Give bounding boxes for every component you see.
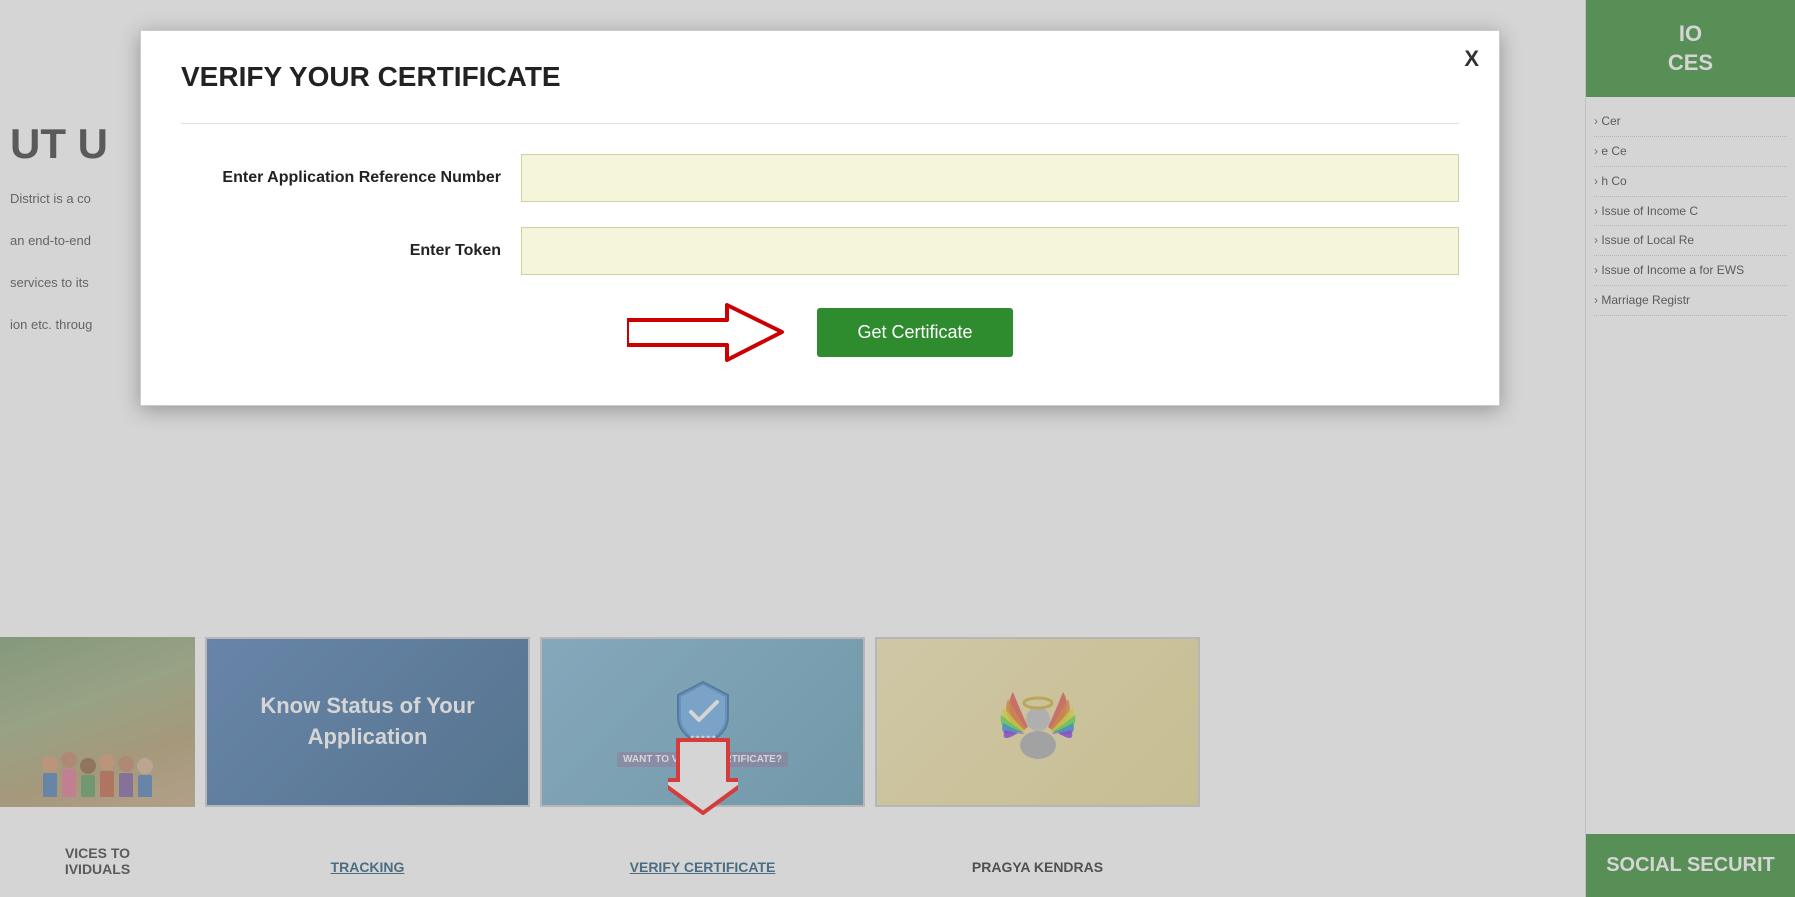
app-ref-label: Enter Application Reference Number (181, 169, 501, 187)
token-input[interactable] (521, 227, 1459, 275)
token-label: Enter Token (181, 242, 501, 260)
modal-dialog: X VERIFY YOUR CERTIFICATE Enter Applicat… (140, 30, 1500, 406)
modal-divider (181, 123, 1459, 124)
close-button[interactable]: X (1464, 46, 1479, 72)
app-ref-input[interactable] (521, 154, 1459, 202)
app-ref-row: Enter Application Reference Number (181, 154, 1459, 202)
modal-title: VERIFY YOUR CERTIFICATE (181, 61, 1459, 93)
button-area: Get Certificate (181, 300, 1459, 365)
get-certificate-button[interactable]: Get Certificate (817, 308, 1012, 357)
right-arrow-icon (627, 300, 787, 365)
token-row: Enter Token (181, 227, 1459, 275)
